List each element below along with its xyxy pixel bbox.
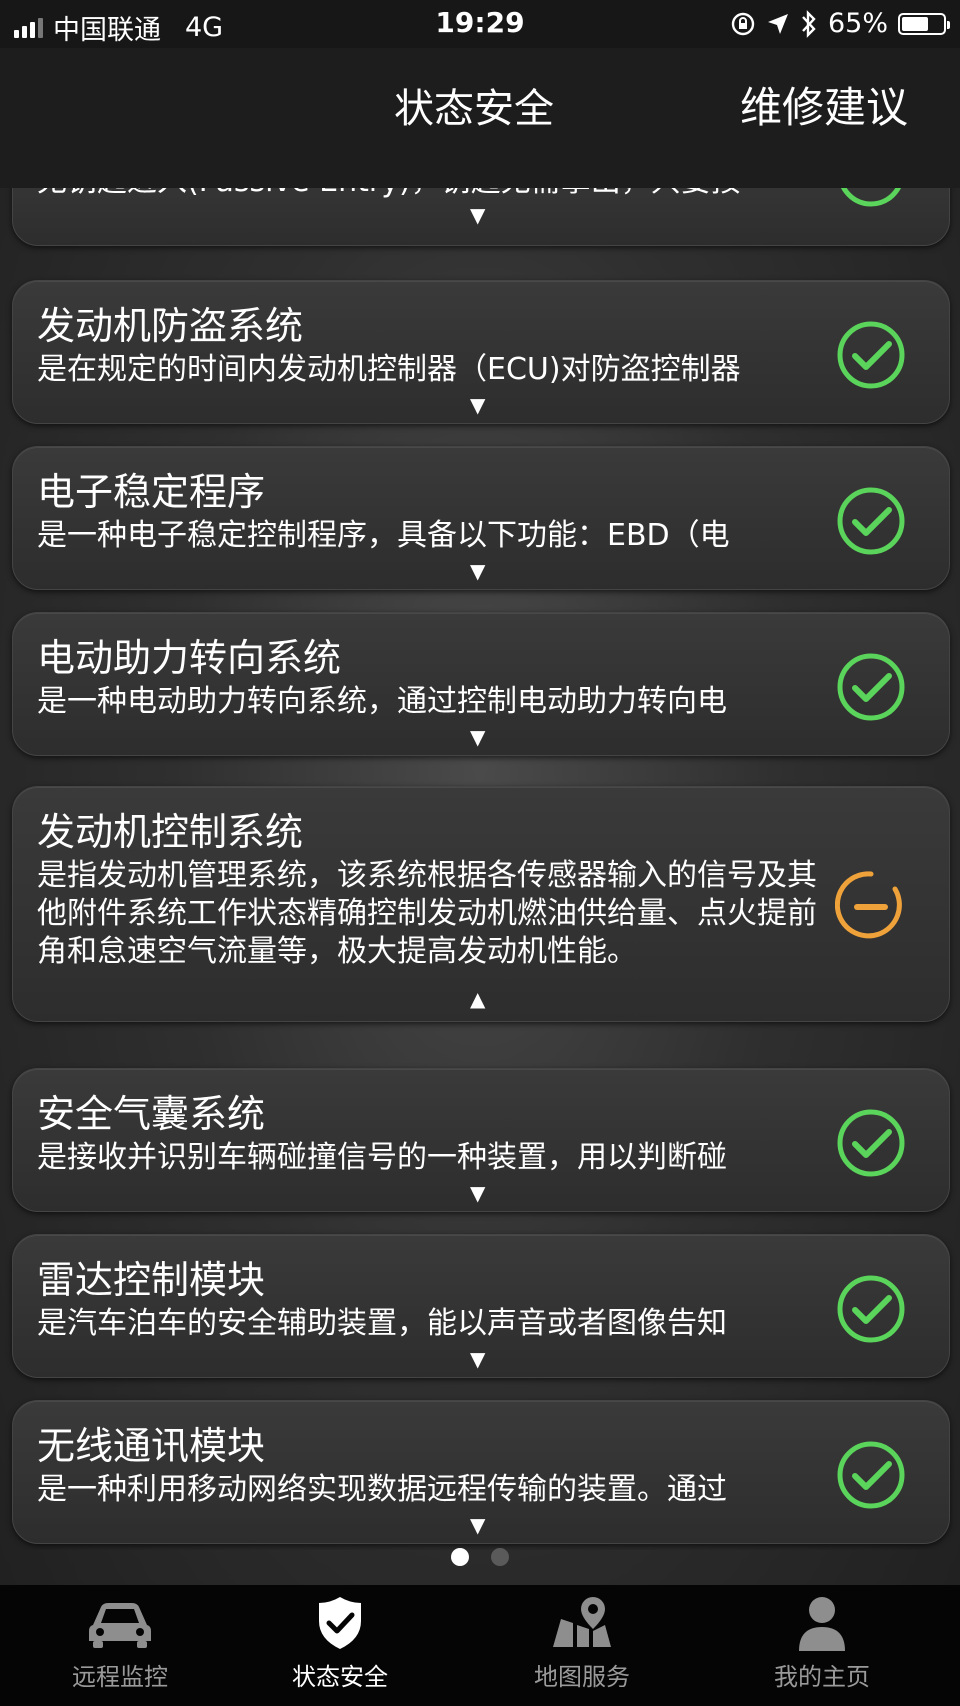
status-ok-icon [837, 1275, 905, 1343]
shield-check-icon [319, 1597, 361, 1649]
page-indicator [0, 1548, 960, 1566]
card-title: 电动助力转向系统 [37, 636, 342, 680]
system-card-eps[interactable]: 电动助力转向系统 是一种电动助力转向系统，通过控制电动助力转向电 ▼ [12, 612, 950, 756]
card-description: 是一种电动助力转向系统，通过控制电动助力转向电 [37, 684, 727, 719]
expand-arrow-icon[interactable]: ▼ [470, 1513, 485, 1537]
status-warning-icon [835, 871, 902, 939]
expand-arrow-icon[interactable]: ▼ [470, 1347, 485, 1371]
battery-icon [898, 12, 950, 35]
bottom-tab-bar: 远程监控 状态安全 地图服务 我的主页 [0, 1585, 960, 1706]
page-dot-2[interactable] [491, 1548, 509, 1566]
tab-my-home[interactable]: 我的主页 [702, 1585, 942, 1706]
rotation-lock-icon [731, 12, 755, 35]
app-screen: 中国联通 4G 19:29 65% 状态安全 维修建议 无钥匙进入(P [0, 0, 960, 1706]
card-description: 无钥匙进入(Passive Entry)，钥匙无需拿出，只要按 [37, 188, 827, 201]
card-title: 发动机防盗系统 [37, 304, 304, 348]
tab-remote-monitoring[interactable]: 远程监控 [0, 1585, 240, 1706]
status-ok-icon [837, 653, 905, 721]
expand-arrow-icon[interactable]: ▼ [470, 203, 485, 227]
status-ok-icon [837, 487, 905, 555]
card-title: 无线通讯模块 [37, 1424, 266, 1468]
status-bar: 中国联通 4G 19:29 65% [0, 0, 960, 48]
tab-label: 地图服务 [534, 1663, 630, 1691]
card-title: 雷达控制模块 [37, 1258, 266, 1302]
card-description: 是一种利用移动网络实现数据远程传输的装置。通过 [37, 1472, 727, 1507]
system-card-passive-entry[interactable]: 无钥匙进入(Passive Entry)，钥匙无需拿出，只要按 ▼ [12, 188, 950, 246]
top-tab-header: 状态安全 维修建议 [0, 48, 960, 188]
expand-arrow-icon[interactable]: ▼ [470, 393, 485, 417]
collapse-arrow-icon[interactable]: ▲ [470, 987, 485, 1011]
car-icon [89, 1603, 151, 1648]
system-card-engine-immobilizer[interactable]: 发动机防盗系统 是在规定的时间内发动机控制器（ECU)对防盗控制器 ▼ [12, 280, 950, 424]
user-icon [799, 1597, 845, 1651]
system-card-engine-control[interactable]: 发动机控制系统 是指发动机管理系统，该系统根据各传感器输入的信号及其他附件系统工… [12, 786, 950, 1022]
expand-arrow-icon[interactable]: ▼ [470, 559, 485, 583]
card-title: 电子稳定程序 [37, 470, 266, 514]
card-title: 发动机控制系统 [37, 810, 304, 854]
card-description: 是一种电子稳定控制程序，具备以下功能：EBD（电 [37, 518, 730, 553]
map-pin-icon [553, 1597, 611, 1647]
card-description: 是在规定的时间内发动机控制器（ECU)对防盗控制器 [37, 352, 741, 387]
location-icon [767, 13, 788, 34]
card-description: 是指发动机管理系统，该系统根据各传感器输入的信号及其他附件系统工作状态精确控制发… [37, 858, 817, 969]
expand-arrow-icon[interactable]: ▼ [470, 1181, 485, 1205]
status-bar-right: 65% [730, 8, 950, 39]
tab-label: 状态安全 [292, 1663, 388, 1691]
system-card-esp[interactable]: 电子稳定程序 是一种电子稳定控制程序，具备以下功能：EBD（电 ▼ [12, 446, 950, 590]
page-dot-1[interactable] [451, 1548, 469, 1566]
bluetooth-icon [802, 9, 816, 38]
status-ok-icon [841, 188, 901, 207]
system-status-list[interactable]: 无钥匙进入(Passive Entry)，钥匙无需拿出，只要按 ▼ 发动机防盗系… [0, 188, 960, 1550]
tab-label: 我的主页 [774, 1663, 870, 1691]
card-description: 是接收并识别车辆碰撞信号的一种装置，用以判断碰 [37, 1140, 727, 1175]
status-ok-icon [837, 321, 905, 389]
system-card-wireless[interactable]: 无线通讯模块 是一种利用移动网络实现数据远程传输的装置。通过 ▼ [12, 1400, 950, 1544]
tab-label: 远程监控 [72, 1663, 168, 1691]
system-card-airbag[interactable]: 安全气囊系统 是接收并识别车辆碰撞信号的一种装置，用以判断碰 ▼ [12, 1068, 950, 1212]
battery-percent: 65% [827, 8, 888, 39]
card-description: 是汽车泊车的安全辅助装置，能以声音或者图像告知 [37, 1306, 727, 1341]
expand-arrow-icon[interactable]: ▼ [470, 725, 485, 749]
card-title: 安全气囊系统 [37, 1092, 266, 1136]
tab-status-safety-bottom[interactable]: 状态安全 [220, 1585, 460, 1706]
tab-map-service[interactable]: 地图服务 [462, 1585, 702, 1706]
status-ok-icon [837, 1109, 905, 1177]
status-ok-icon [837, 1441, 905, 1509]
tab-repair-advice[interactable]: 维修建议 [740, 74, 908, 135]
system-card-radar[interactable]: 雷达控制模块 是汽车泊车的安全辅助装置，能以声音或者图像告知 ▼ [12, 1234, 950, 1378]
tab-status-safety[interactable]: 状态安全 [394, 76, 554, 134]
